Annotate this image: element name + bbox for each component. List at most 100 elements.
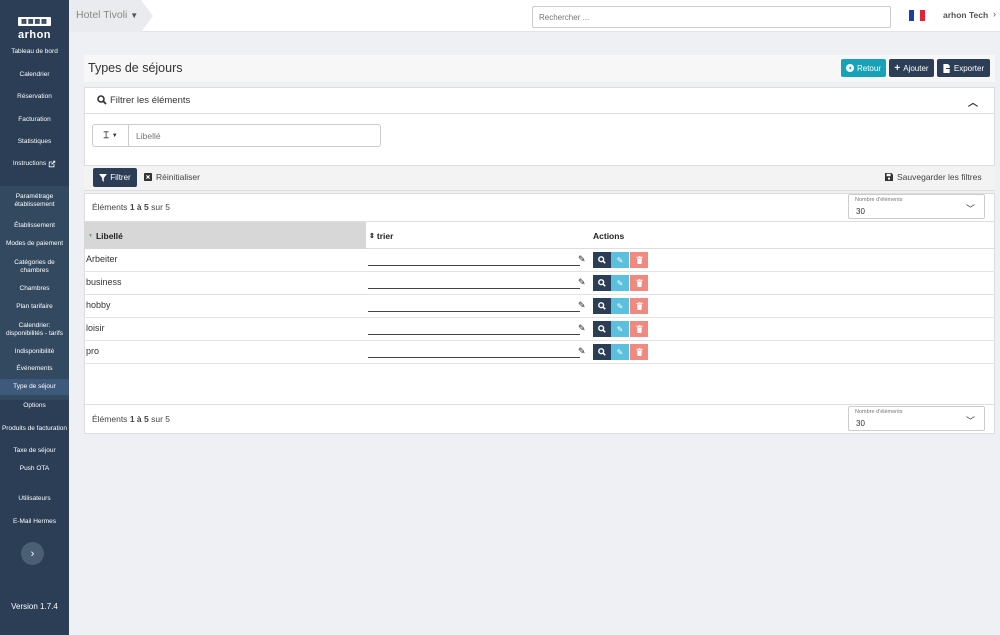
per-page-value: 30 — [856, 207, 865, 216]
table-row: business ✎ ✎ — [84, 272, 995, 295]
sidebar: ▦▦▦▦ arhon Tableau de bord Calendrier Ré… — [0, 0, 69, 635]
user-name[interactable]: arhon Tech — [943, 10, 988, 20]
sidebar-item-calendar[interactable]: Calendrier — [0, 69, 69, 80]
filter-operator-dropdown[interactable]: ⌶ ▼ — [92, 124, 129, 147]
delete-button[interactable] — [630, 252, 648, 268]
sidebar-item-instructions[interactable]: Instructions — [0, 158, 69, 170]
edit-button[interactable]: ✎ — [611, 321, 629, 337]
chevron-up-icon[interactable]: ︿ — [968, 94, 978, 109]
sidebar-item-statistics[interactable]: Statistiques — [0, 136, 69, 147]
filter-button[interactable]: Filtrer — [93, 168, 137, 187]
delete-button[interactable] — [630, 298, 648, 314]
per-page-label: Nombre d'éléments — [855, 409, 903, 415]
row-libelle: Arbeiter — [86, 254, 118, 264]
trash-icon — [635, 348, 643, 356]
chevron-down-icon: ﹀ — [965, 204, 975, 214]
topbar: Hotel Tivoli ▼ arhon Tech › — [69, 0, 1000, 32]
row-libelle: pro — [86, 346, 100, 356]
add-button-label: Ajouter — [903, 63, 929, 73]
edit-sort-icon[interactable]: ✎ — [578, 254, 586, 265]
per-page-select-bottom[interactable]: Nombre d'éléments 30 ﹀ — [848, 406, 985, 431]
save-filters-button[interactable]: Sauvegarder les filtres — [885, 172, 982, 182]
sidebar-item-tourist-tax[interactable]: Taxe de séjour — [0, 446, 69, 456]
count-prefix: Éléments — [92, 414, 128, 424]
file-export-icon — [943, 63, 951, 73]
logo-name: arhon — [17, 29, 52, 41]
edit-button[interactable]: ✎ — [611, 275, 629, 291]
sidebar-item-options[interactable]: Options — [0, 401, 69, 411]
logo-mark: ▦▦▦▦ — [18, 17, 51, 26]
edit-sort-icon[interactable]: ✎ — [578, 323, 586, 334]
sidebar-item-unavailability[interactable]: Indisponibilité — [0, 347, 69, 357]
view-button[interactable] — [593, 298, 611, 314]
edit-button[interactable]: ✎ — [611, 298, 629, 314]
trash-icon — [635, 325, 643, 333]
sort-order-input[interactable] — [368, 311, 580, 312]
row-libelle: hobby — [86, 300, 111, 310]
count-prefix: Éléments — [92, 202, 128, 212]
sidebar-item-billing[interactable]: Facturation — [0, 114, 69, 125]
chevron-right-icon[interactable]: › — [993, 9, 996, 19]
delete-button[interactable] — [630, 344, 648, 360]
sidebar-item-rate-plan[interactable]: Plan tarifaire — [0, 302, 69, 312]
column-header-libelle[interactable]: ▼ Libellé — [84, 222, 366, 249]
app-version: Version 1.7.4 — [11, 602, 58, 611]
view-button[interactable] — [593, 321, 611, 337]
column-header-sort[interactable]: ⇕ trier — [369, 222, 393, 249]
add-button[interactable]: + Ajouter — [889, 59, 934, 77]
funnel-icon — [99, 173, 108, 182]
view-button[interactable] — [593, 252, 611, 268]
french-flag-icon[interactable] — [909, 10, 925, 21]
sidebar-item-billing-products[interactable]: Produits de facturation — [0, 419, 69, 438]
sort-icon: ⇕ — [369, 232, 375, 240]
sidebar-item-users[interactable]: Utilisateurs — [0, 494, 69, 504]
sort-order-input[interactable] — [368, 357, 580, 358]
sidebar-item-email-hermes[interactable]: E-Mail Hermes — [0, 517, 69, 527]
table-row: pro ✎ ✎ — [84, 341, 995, 364]
sidebar-item-stay-type[interactable]: Type de séjour — [0, 379, 69, 395]
edit-sort-icon[interactable]: ✎ — [578, 300, 586, 311]
view-button[interactable] — [593, 344, 611, 360]
view-button[interactable] — [593, 275, 611, 291]
delete-button[interactable] — [630, 321, 648, 337]
sidebar-item-push-ota[interactable]: Push OTA — [0, 464, 69, 474]
sidebar-expand-button[interactable]: › — [21, 542, 44, 565]
filter-panel-title: Filtrer les éléments — [110, 95, 191, 106]
sidebar-group-title[interactable]: Paramétrage établissement — [0, 191, 69, 211]
sidebar-item-payment-modes[interactable]: Modes de paiement — [0, 239, 69, 249]
edit-sort-icon[interactable]: ✎ — [578, 346, 586, 357]
sort-desc-icon: ▼ — [88, 232, 93, 239]
caret-down-icon: ▼ — [111, 132, 118, 139]
sort-order-input[interactable] — [368, 288, 580, 289]
hotel-selector[interactable]: Hotel Tivoli ▼ — [69, 0, 153, 32]
sidebar-item-dashboard[interactable]: Tableau de bord — [0, 46, 69, 57]
sidebar-item-availability-calendar[interactable]: Calendrier: disponibilités - tarifs — [0, 320, 69, 339]
edit-button[interactable]: ✎ — [611, 252, 629, 268]
back-button[interactable]: Retour — [841, 59, 886, 77]
external-link-icon — [48, 160, 56, 168]
sidebar-item-room-categories[interactable]: Catégories de chambres — [0, 257, 69, 276]
sidebar-item-reservation[interactable]: Réservation — [0, 91, 69, 102]
logo[interactable]: ▦▦▦▦ arhon — [0, 10, 69, 41]
search-icon — [598, 325, 606, 333]
sidebar-item-establishment[interactable]: Établissement — [0, 221, 69, 231]
sort-order-input[interactable] — [368, 265, 580, 266]
export-button[interactable]: Exporter — [937, 59, 990, 77]
edit-button[interactable]: ✎ — [611, 344, 629, 360]
edit-sort-icon[interactable]: ✎ — [578, 277, 586, 288]
reset-button[interactable]: Réinitialiser — [144, 172, 200, 182]
table-footer-divider — [84, 404, 995, 405]
sidebar-item-rooms[interactable]: Chambres — [0, 284, 69, 294]
sidebar-item-events[interactable]: Événements — [0, 364, 69, 374]
search-icon — [598, 279, 606, 287]
sort-order-input[interactable] — [368, 334, 580, 335]
per-page-select-top[interactable]: Nombre d'éléments 30 ﹀ — [848, 194, 985, 219]
edit-icon: ✎ — [616, 324, 624, 334]
filter-divider — [84, 113, 995, 114]
libelle-filter-input[interactable] — [128, 124, 381, 147]
delete-button[interactable] — [630, 275, 648, 291]
save-filters-label: Sauvegarder les filtres — [897, 172, 982, 182]
search-input[interactable] — [532, 6, 891, 28]
back-button-label: Retour — [856, 63, 881, 73]
per-page-label: Nombre d'éléments — [855, 197, 903, 203]
